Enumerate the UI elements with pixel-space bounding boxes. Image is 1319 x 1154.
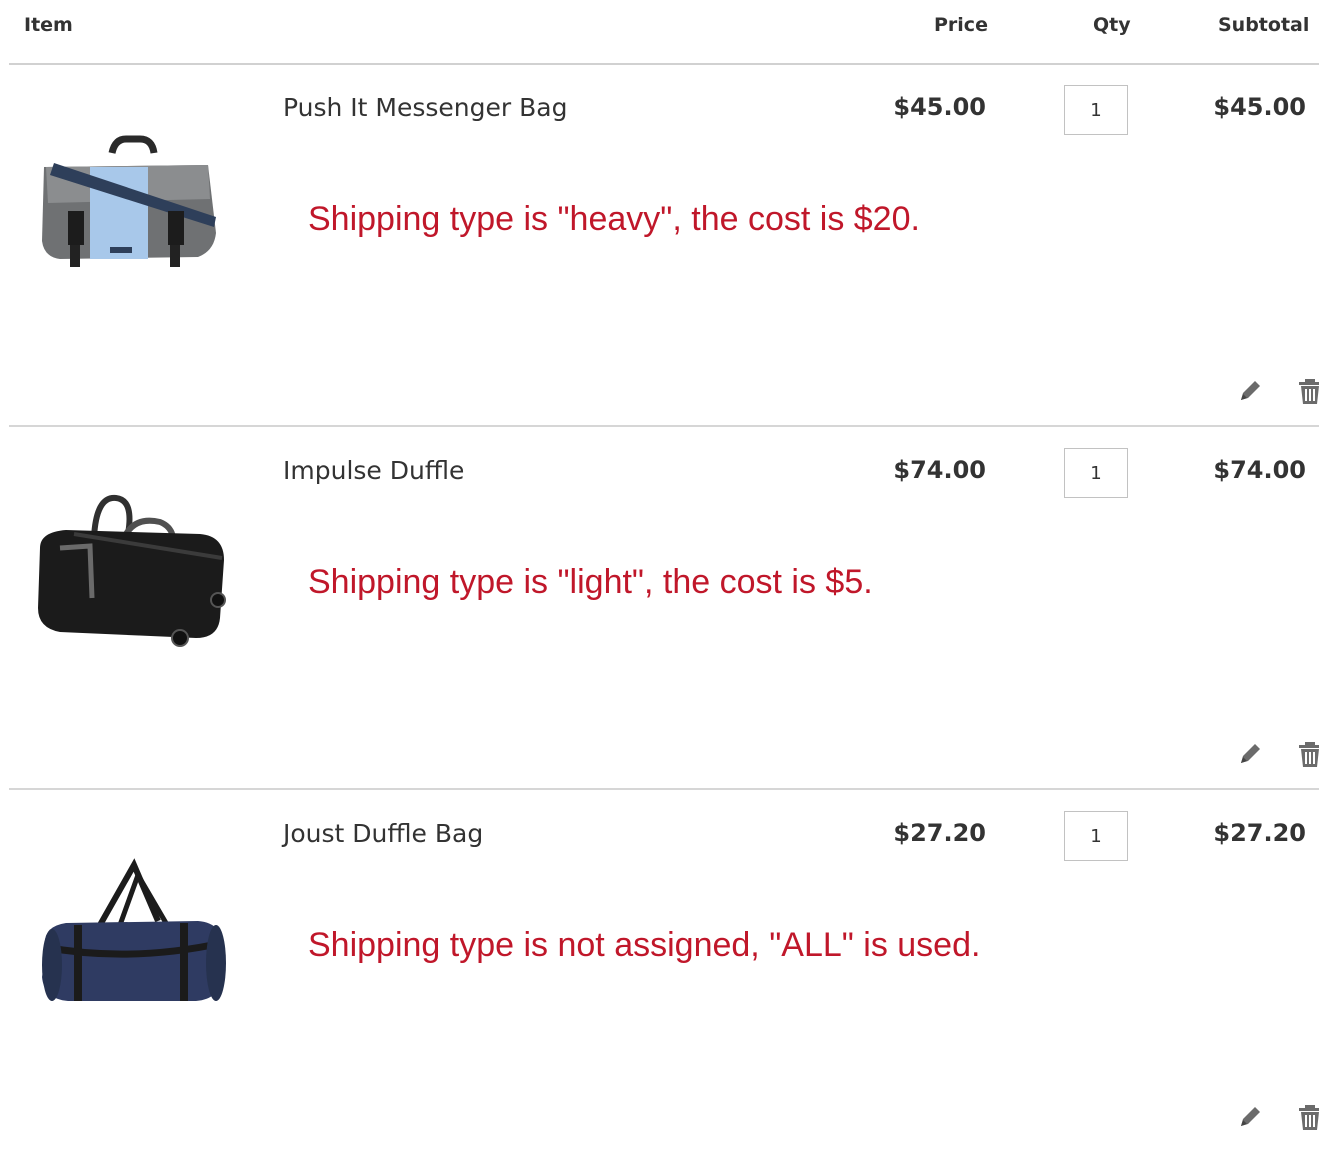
- shipping-type-note: Shipping type is "light", the cost is $5…: [308, 563, 873, 601]
- trash-icon[interactable]: [1296, 1103, 1319, 1131]
- qty-input[interactable]: [1064, 448, 1128, 498]
- product-price: $74.00: [893, 456, 986, 484]
- column-header-price: Price: [934, 14, 988, 36]
- pencil-icon[interactable]: [1236, 740, 1264, 768]
- column-header-item: Item: [24, 14, 73, 36]
- cart-item-row: Impulse Duffle $74.00 $74.00 Shipping ty…: [0, 428, 1319, 791]
- column-header-qty: Qty: [1093, 14, 1131, 36]
- qty-input[interactable]: [1064, 811, 1128, 861]
- pencil-icon[interactable]: [1236, 377, 1264, 405]
- duffle-bag-image[interactable]: [30, 488, 230, 648]
- cart-item-row: Joust Duffle Bag $27.20 $27.20 Shipping …: [0, 791, 1319, 1154]
- qty-input[interactable]: [1064, 85, 1128, 135]
- shipping-type-note: Shipping type is not assigned, "ALL" is …: [308, 926, 981, 964]
- trash-icon[interactable]: [1296, 377, 1319, 405]
- trash-icon[interactable]: [1296, 740, 1319, 768]
- pencil-icon[interactable]: [1236, 1103, 1264, 1131]
- product-price: $45.00: [893, 93, 986, 121]
- product-name[interactable]: Impulse Duffle: [283, 456, 464, 485]
- row-divider: [9, 788, 1319, 790]
- row-subtotal: $45.00: [1213, 93, 1306, 121]
- cart-item-row: Push It Messenger Bag $45.00 $45.00 Ship…: [0, 65, 1319, 428]
- column-header-subtotal: Subtotal: [1218, 14, 1310, 36]
- row-subtotal: $74.00: [1213, 456, 1306, 484]
- row-divider: [9, 425, 1319, 427]
- messenger-bag-image[interactable]: [30, 125, 230, 285]
- shipping-type-note: Shipping type is "heavy", the cost is $2…: [308, 200, 920, 238]
- product-name[interactable]: Joust Duffle Bag: [283, 819, 483, 848]
- product-name[interactable]: Push It Messenger Bag: [283, 93, 567, 122]
- cart-table-header: Item Price Qty Subtotal: [0, 0, 1319, 64]
- product-price: $27.20: [893, 819, 986, 847]
- blue-duffle-bag-image[interactable]: [30, 851, 230, 1011]
- row-subtotal: $27.20: [1213, 819, 1306, 847]
